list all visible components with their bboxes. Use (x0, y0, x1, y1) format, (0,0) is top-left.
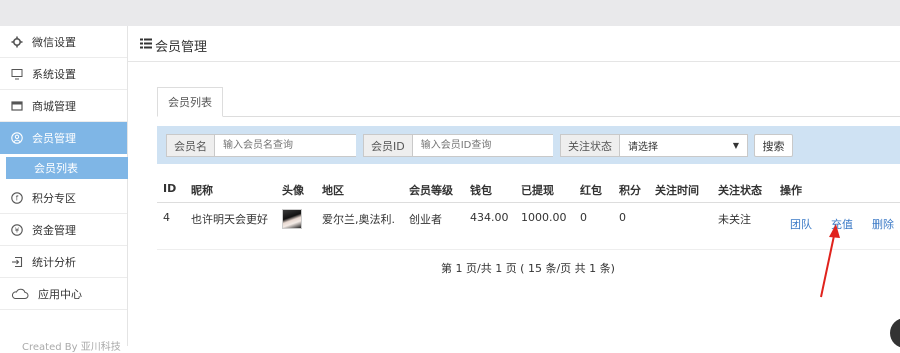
follow-status-select[interactable]: 请选择 ▼ (620, 135, 747, 156)
sidebar-item-label: 统计分析 (32, 255, 76, 269)
follow-status-label: 关注状态 (561, 135, 620, 156)
page-title: 会员管理 (140, 36, 207, 55)
sidebar-item-label: 积分专区 (32, 191, 76, 205)
store-icon (10, 99, 24, 113)
member-name-label: 会员名 (167, 135, 215, 156)
filter-bar: 会员名 会员ID 关注状态 请选择 ▼ 搜索 (157, 126, 900, 164)
follow-status-value: 请选择 (628, 142, 658, 153)
follow-status-filter: 关注状态 请选择 ▼ (560, 134, 748, 157)
cell-follow-status: 未关注 (718, 213, 751, 226)
title-divider (128, 61, 900, 62)
col-header-red-packet: 红包 (580, 184, 602, 197)
sidebar-item-mall-management[interactable]: 商城管理 (0, 90, 127, 122)
cell-id: 4 (163, 211, 170, 224)
sidebar-item-label: 会员管理 (32, 131, 76, 145)
main-content: 会员管理 会员列表 会员名 会员ID 关注状态 请选择 ▼ 搜索 ID 昵称 头… (128, 26, 900, 346)
page-title-text: 会员管理 (155, 40, 208, 55)
avatar (282, 209, 302, 229)
member-id-input[interactable] (412, 135, 553, 156)
sidebar-subitem-member-list[interactable]: 会员列表 (6, 157, 128, 179)
col-header-region: 地区 (322, 184, 344, 197)
monitor-icon (10, 67, 24, 81)
sidebar-item-label: 微信设置 (32, 35, 76, 49)
sidebar-item-label: 系统设置 (32, 67, 76, 81)
cell-nickname: 也许明天会更好 (191, 213, 268, 226)
user-circle-icon (10, 131, 24, 145)
col-header-withdrawn: 已提现 (521, 184, 554, 197)
search-button[interactable]: 搜索 (754, 134, 793, 157)
col-header-id: ID (163, 182, 177, 195)
gear-icon (10, 35, 24, 49)
yuan-icon: ¥ (10, 223, 24, 237)
sidebar-item-wechat-settings[interactable]: 微信设置 (0, 26, 127, 58)
col-header-points: 积分 (619, 184, 641, 197)
col-header-wallet: 钱包 (470, 184, 492, 197)
svg-text:f: f (16, 194, 19, 202)
pagination-info: 第 1 页/共 1 页 ( 15 条/页 共 1 条) (441, 262, 615, 275)
sidebar-item-label: 商城管理 (32, 99, 76, 113)
list-icon (140, 38, 152, 53)
member-name-input[interactable] (215, 135, 356, 156)
member-id-filter: 会员ID (363, 134, 553, 157)
sidebar-item-label: 应用中心 (38, 287, 82, 301)
cell-level: 创业者 (409, 213, 442, 226)
member-id-label: 会员ID (364, 135, 413, 156)
delete-link[interactable]: 删除 (872, 216, 894, 232)
cell-region: 爱尔兰,奥法利. (322, 213, 395, 226)
sidebar-item-points[interactable]: f 积分专区 (0, 182, 127, 214)
svg-text:¥: ¥ (15, 226, 20, 234)
table-header-divider (157, 202, 900, 203)
cell-wallet: 434.00 (470, 211, 509, 224)
sidebar-item-member-management[interactable]: 会员管理 (0, 122, 127, 154)
sidebar-item-system-settings[interactable]: 系统设置 (0, 58, 127, 90)
col-header-follow-status: 关注状态 (718, 184, 762, 197)
tab-divider (157, 116, 900, 117)
top-bar (0, 0, 900, 26)
dropdown-caret-icon: ▼ (732, 141, 739, 150)
sidebar-item-label: 资金管理 (32, 223, 76, 237)
sidebar: 微信设置 系统设置 商城管理 会员管理 会员列表 f 积分专区 ¥ 资金管理 统… (0, 26, 128, 353)
member-name-filter: 会员名 (166, 134, 356, 157)
col-header-follow-time: 关注时间 (655, 184, 699, 197)
login-icon (10, 255, 24, 269)
col-header-avatar: 头像 (282, 184, 304, 197)
sidebar-item-app-center[interactable]: 应用中心 (0, 278, 127, 310)
sidebar-item-statistics[interactable]: 统计分析 (0, 246, 127, 278)
cell-withdrawn: 1000.00 (521, 211, 567, 224)
cell-points: 0 (619, 211, 626, 224)
table-row-divider (157, 249, 900, 250)
col-header-level: 会员等级 (409, 184, 453, 197)
points-icon: f (10, 191, 24, 205)
col-header-nickname: 昵称 (191, 184, 213, 197)
tab-member-list[interactable]: 会员列表 (157, 87, 223, 117)
cell-red-packet: 0 (580, 211, 587, 224)
cloud-icon (10, 287, 30, 301)
annotation-arrow (820, 224, 840, 298)
col-header-actions: 操作 (780, 184, 802, 197)
sidebar-item-funds[interactable]: ¥ 资金管理 (0, 214, 127, 246)
